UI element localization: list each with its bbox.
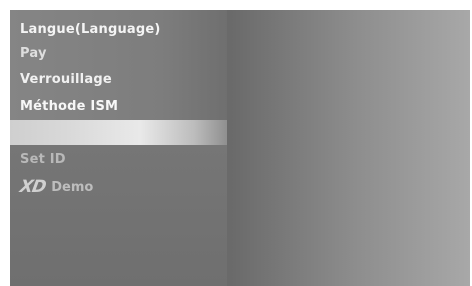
tv-setup-screen: Langue(Language) Pay Verrouillage Méthod… — [10, 10, 470, 286]
menu-item-set-id[interactable]: Set ID — [20, 152, 66, 167]
menu-panel: Langue(Language) Pay Verrouillage Méthod… — [10, 10, 227, 286]
menu-item-lock[interactable]: Verrouillage — [20, 72, 112, 87]
xd-logo: XD — [18, 177, 47, 197]
menu-item-country[interactable]: Pay — [20, 46, 47, 61]
menu-item-ism-method[interactable]: Méthode ISM — [20, 99, 118, 114]
content-area — [229, 10, 470, 286]
menu-item-xd-demo[interactable]: XD Demo — [18, 177, 94, 197]
menu-item-language[interactable]: Langue(Language) — [20, 22, 161, 37]
menu-item-selected-highlight[interactable] — [10, 120, 227, 145]
xd-demo-label: Demo — [51, 179, 94, 195]
